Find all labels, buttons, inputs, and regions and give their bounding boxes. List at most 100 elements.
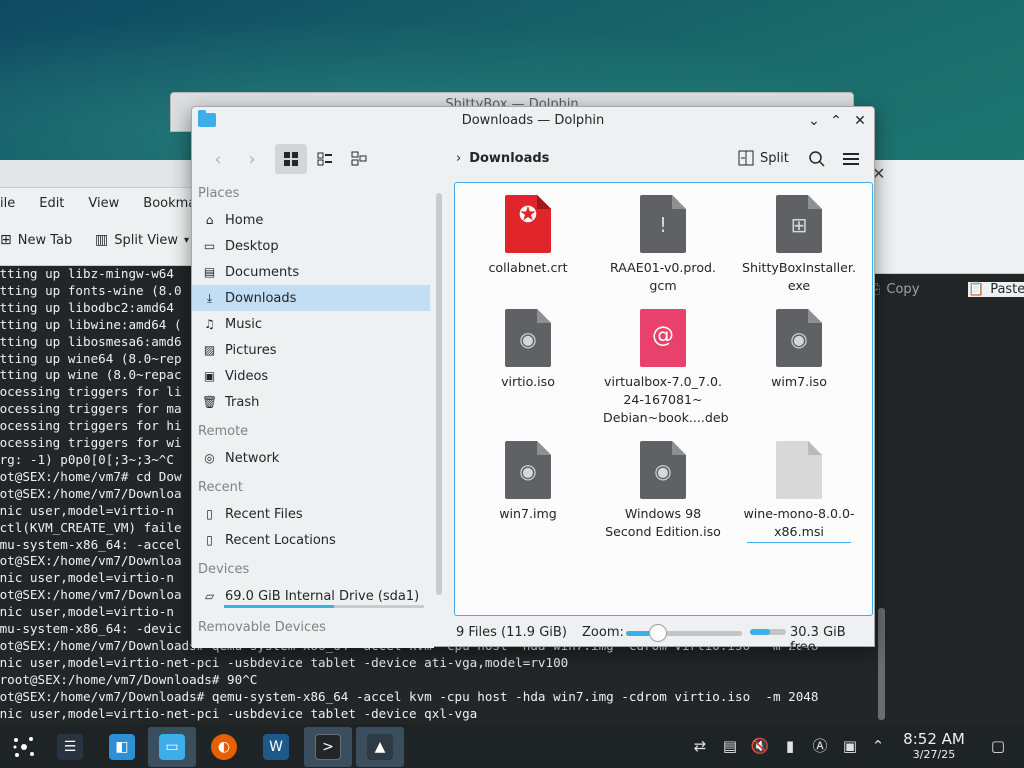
places-item-trash[interactable]: 🗑 Trash — [192, 389, 430, 415]
places-item-music[interactable]: ♫ Music — [192, 311, 430, 337]
search-button[interactable] — [804, 144, 830, 174]
free-space-bar — [750, 629, 786, 635]
copy-button[interactable]: ⎘ Copy — [870, 282, 919, 297]
places-item-label: Network — [225, 450, 280, 466]
terminal-scrollbar[interactable] — [878, 608, 885, 720]
paste-button[interactable]: 📋 Paste — [968, 282, 1024, 297]
clipboard-icon[interactable]: ▤ — [720, 736, 740, 756]
file-item[interactable]: ◉ Windows 98 Second Edition.iso — [603, 441, 723, 541]
breadcrumb[interactable]: › Downloads — [456, 151, 549, 166]
places-item-recent-locations[interactable]: ▯ Recent Locations — [192, 527, 430, 553]
new-tab-label: New Tab — [17, 232, 73, 248]
system-settings-button[interactable]: ☰ — [46, 727, 94, 767]
split-label: Split — [760, 150, 789, 166]
places-item-documents[interactable]: ▤ Documents — [192, 259, 430, 285]
discover-button[interactable]: ◧ — [98, 727, 146, 767]
kde-launcher-icon — [13, 737, 34, 757]
breadcrumb-current[interactable]: Downloads — [469, 151, 549, 166]
taskbar: ☰ ◧ ▭ ◐ W > ▲ ⇄ ▤ 🔇 ▮ Ⓐ ▣ ⌃ 8:52 AM 3/27… — [0, 724, 1024, 768]
file-name: wim7.iso — [771, 374, 827, 389]
dolphin-toolbar: ‹ › › Downloads Split — [192, 136, 874, 180]
terminal-line: uroot@SEX:/home/vm7/Downloads# 90^C — [0, 671, 258, 687]
icons-view-button[interactable] — [275, 144, 307, 174]
details-view-button[interactable] — [343, 144, 375, 174]
grid-view-icon — [284, 152, 298, 166]
drive-icon: ▱ — [204, 588, 215, 603]
word-processor-task-button[interactable]: W — [252, 727, 300, 767]
free-space-label: 30.3 GiB free — [790, 625, 846, 655]
file-item[interactable]: ✪ collabnet.crt — [468, 195, 588, 277]
file-name: ShittyBoxInstaller. exe — [742, 260, 856, 293]
chevron-right-icon: › — [248, 148, 256, 170]
kde-connect-icon[interactable]: ⇄ — [690, 736, 710, 756]
menu-view[interactable]: View — [76, 196, 131, 211]
compact-view-button[interactable] — [309, 144, 341, 174]
recent-locations-icon: ▯ — [206, 532, 213, 547]
split-button[interactable]: Split — [738, 150, 789, 166]
file-item[interactable]: ! RAAE01-v0.prod. gcm — [603, 195, 723, 295]
file-item[interactable]: ◉ wim7.iso — [739, 309, 859, 391]
hamburger-icon — [843, 153, 859, 165]
digital-clock[interactable]: 8:52 AM 3/27/25 — [896, 730, 972, 762]
usb-device-icon[interactable]: ▮ — [780, 736, 800, 756]
menu-edit[interactable]: Edit — [27, 196, 76, 211]
volume-muted-icon[interactable]: 🔇 — [750, 736, 770, 756]
file-item[interactable]: ⊞ ShittyBoxInstaller. exe — [739, 195, 859, 295]
drive-usage-bar — [224, 605, 424, 608]
menu-file[interactable]: ile — [0, 196, 27, 211]
places-item-downloads[interactable]: ⤓ Downloads — [192, 285, 430, 311]
places-item-label: Trash — [225, 394, 260, 410]
file-item[interactable]: ◉ virtio.iso — [468, 309, 588, 391]
zoom-slider[interactable] — [626, 624, 742, 642]
minimize-button[interactable]: ⌄ — [804, 111, 824, 131]
new-tab-button[interactable]: ⊞ New Tab — [0, 232, 72, 248]
system-monitor-task-button[interactable]: ▲ — [356, 727, 404, 767]
show-desktop-icon[interactable]: ▢ — [988, 736, 1008, 756]
places-item-label: Music — [225, 316, 262, 332]
background-right-window[interactable]: ✕ ⎘ Copy 📋 Paste — [870, 160, 1024, 725]
file-item[interactable]: ◉ win7.img — [468, 441, 588, 523]
tree-view-icon — [351, 151, 367, 166]
forward-button[interactable]: › — [238, 144, 266, 174]
dolphin-titlebar[interactable]: Downloads — Dolphin ⌄ ⌃ ✕ — [192, 107, 874, 136]
file-view[interactable]: ✪ collabnet.crt ! RAAE01-v0.prod. gcm ⊞ … — [454, 182, 873, 616]
file-name: RAAE01-v0.prod. gcm — [609, 260, 717, 293]
network-wired-icon[interactable]: ▣ — [840, 736, 860, 756]
file-item[interactable]: wine-mono-8.0.0- x86.msi — [739, 441, 859, 543]
settings-sliders-icon: ☰ — [57, 734, 83, 760]
dolphin-window[interactable]: Downloads — Dolphin ⌄ ⌃ ✕ ‹ › › Download… — [191, 106, 875, 655]
places-item-desktop[interactable]: ▭ Desktop — [192, 233, 430, 259]
store-bag-icon: ◧ — [109, 734, 135, 760]
back-button[interactable]: ‹ — [204, 144, 232, 174]
places-item-videos[interactable]: ▣ Videos — [192, 363, 430, 389]
copy-label: Copy — [886, 282, 920, 297]
places-item-pictures[interactable]: ▨ Pictures — [192, 337, 430, 363]
maximize-button[interactable]: ⌃ — [826, 111, 846, 131]
trash-icon: 🗑 — [202, 394, 218, 409]
background-right-toolbar: ✕ ⎘ Copy — [870, 160, 1024, 297]
hamburger-menu-button[interactable] — [838, 144, 864, 174]
disc-image-icon: ◉ — [640, 441, 686, 499]
input-method-icon[interactable]: Ⓐ — [810, 736, 830, 756]
firefox-task-button[interactable]: ◐ — [200, 727, 248, 767]
file-item[interactable]: @ virtualbox-7.0_7.0. 24-167081~ Debian~… — [603, 309, 729, 427]
places-item-home[interactable]: ⌂ Home — [192, 207, 430, 233]
installer-icon — [776, 441, 822, 499]
drive-usage-fill — [224, 605, 334, 608]
places-item-network[interactable]: ◎ Network — [192, 445, 430, 471]
close-button[interactable]: ✕ — [850, 111, 870, 131]
dolphin-task-button[interactable]: ▭ — [148, 727, 196, 767]
zoom-label: Zoom: — [582, 625, 624, 640]
split-view-button[interactable]: ▥ Split View ▾ — [95, 232, 189, 248]
application-launcher-button[interactable] — [0, 727, 48, 767]
places-scrollbar[interactable] — [436, 193, 442, 595]
konsole-task-button[interactable]: > — [304, 727, 352, 767]
places-item-label: Videos — [225, 368, 269, 384]
devices-header: Devices — [198, 562, 250, 577]
zoom-slider-handle[interactable] — [649, 624, 668, 642]
chevron-up-icon[interactable]: ⌃ — [868, 736, 888, 756]
places-item-label: Home — [225, 212, 264, 228]
download-icon: ⤓ — [206, 290, 213, 305]
places-item-recent-files[interactable]: ▯ Recent Files — [192, 501, 430, 527]
remote-header: Remote — [198, 424, 249, 439]
